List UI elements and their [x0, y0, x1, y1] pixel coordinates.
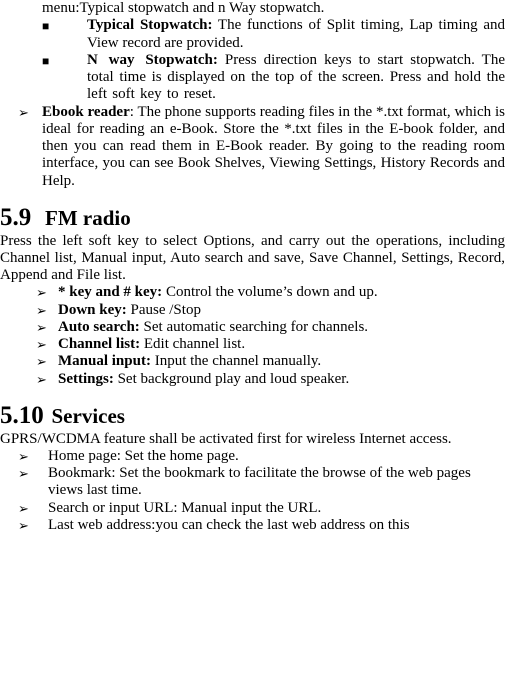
section-title: Services: [52, 404, 125, 428]
services-item-search: ➢ Search or input URL: Manual input the …: [18, 500, 505, 517]
arrow-bullet-icon: ➢: [18, 517, 42, 534]
arrow-bullet-icon: ➢: [36, 302, 58, 319]
arrow-bullet-icon: ➢: [18, 448, 42, 465]
fm-item-label: Manual input:: [58, 353, 151, 369]
fm-item-text: Settings: Set background play and loud s…: [58, 371, 505, 388]
services-item-home: ➢ Home page: Set the home page.: [18, 448, 505, 465]
section-5-9-heading: 5.9 FM radio: [0, 204, 505, 233]
fm-item-manualinput: ➢ Manual input: Input the channel manual…: [36, 353, 505, 370]
services-item-lastweb: ➢ Last web address:you can check the las…: [18, 517, 505, 534]
fm-item-settings: ➢ Settings: Set background play and loud…: [36, 371, 505, 388]
fm-item-label: Settings:: [58, 371, 114, 387]
fm-item-text: Manual input: Input the channel manually…: [58, 353, 505, 370]
fm-item-text: Channel list: Edit channel list.: [58, 336, 505, 353]
nway-stopwatch-label: N way Stopwatch:: [87, 52, 218, 68]
services-list: ➢ Home page: Set the home page. ➢ Bookma…: [0, 448, 505, 534]
arrow-bullet-icon: ➢: [36, 319, 58, 336]
ebook-reader-text: Ebook reader: The phone supports reading…: [42, 104, 505, 190]
typical-stopwatch-label: Typical Stopwatch:: [87, 17, 212, 33]
ebook-reader-label: Ebook reader: [42, 104, 130, 120]
arrow-bullet-icon: ➢: [18, 465, 42, 500]
fm-item-autosearch: ➢ Auto search: Set automatic searching f…: [36, 319, 505, 336]
fm-item-text: Auto search: Set automatic searching for…: [58, 319, 505, 336]
typical-stopwatch-text: Typical Stopwatch: The functions of Spli…: [87, 17, 505, 52]
fm-item-label: Channel list:: [58, 336, 140, 352]
menu-line: menu:Typical stopwatch and n Way stopwat…: [42, 0, 505, 17]
services-item-text: Search or input URL: Manual input the UR…: [42, 500, 505, 517]
arrow-bullet-icon: ➢: [18, 500, 42, 517]
services-intro: GPRS/WCDMA feature shall be activated fi…: [0, 431, 505, 448]
services-item-text: Bookmark: Set the bookmark to facilitate…: [42, 465, 505, 500]
fm-item-channellist: ➢ Channel list: Edit channel list.: [36, 336, 505, 353]
fm-item-label: Auto search:: [58, 319, 140, 335]
section-title: FM radio: [45, 206, 131, 230]
section-5-10-heading: 5.10 Services: [0, 402, 505, 431]
typical-stopwatch-item: ■ Typical Stopwatch: The functions of Sp…: [42, 17, 505, 52]
fm-intro: Press the left soft key to select Option…: [0, 233, 505, 285]
ebook-reader-item: ➢ Ebook reader: The phone supports readi…: [18, 104, 505, 190]
nway-stopwatch-item: ■ N way Stopwatch: Press direction keys …: [42, 52, 505, 104]
arrow-bullet-icon: ➢: [36, 336, 58, 353]
square-bullet-icon: ■: [42, 52, 87, 104]
fm-item-text: Down key: Pause /Stop: [58, 302, 505, 319]
page: menu:Typical stopwatch and n Way stopwat…: [0, 0, 505, 534]
section-number: 5.9: [0, 204, 31, 233]
section-number: 5.10: [0, 402, 44, 431]
fm-item-downkey: ➢ Down key: Pause /Stop: [36, 302, 505, 319]
fm-item-label: * key and # key:: [58, 284, 162, 300]
square-bullet-icon: ■: [42, 17, 87, 52]
fm-item-text: * key and # key: Control the volume’s do…: [58, 284, 505, 301]
arrow-bullet-icon: ➢: [18, 104, 42, 190]
arrow-bullet-icon: ➢: [36, 284, 58, 301]
fm-item-label: Down key:: [58, 302, 127, 318]
services-item-bookmark: ➢ Bookmark: Set the bookmark to facilita…: [18, 465, 505, 500]
services-item-text: Home page: Set the home page.: [42, 448, 505, 465]
arrow-bullet-icon: ➢: [36, 353, 58, 370]
nway-stopwatch-text: N way Stopwatch: Press direction keys to…: [87, 52, 505, 104]
fm-item-keys: ➢ * key and # key: Control the volume’s …: [36, 284, 505, 301]
services-item-text: Last web address:you can check the last …: [42, 517, 505, 534]
arrow-bullet-icon: ➢: [36, 371, 58, 388]
